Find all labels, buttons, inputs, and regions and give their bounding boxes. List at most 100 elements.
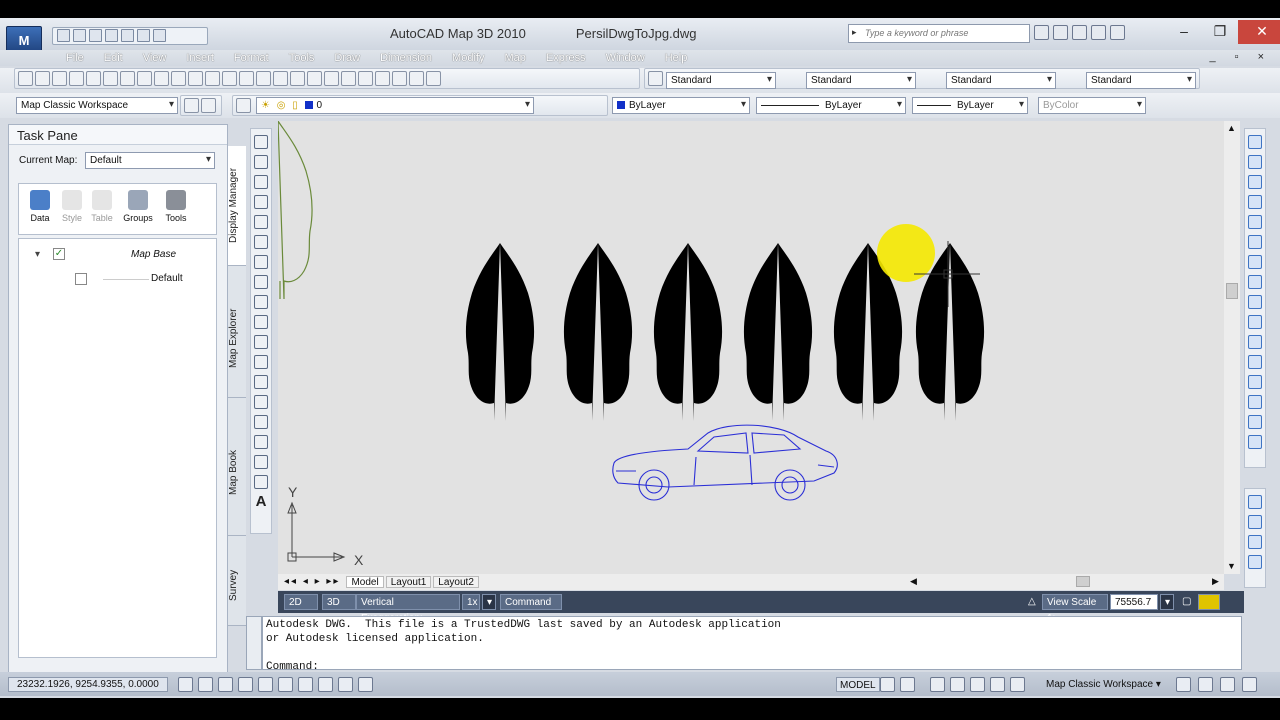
osnap-icon[interactable]: [258, 677, 273, 692]
tab-map-explorer[interactable]: Map Explorer: [228, 280, 246, 398]
polar-icon[interactable]: [238, 677, 253, 692]
model-space-button[interactable]: MODEL: [836, 677, 880, 692]
zoom-icon[interactable]: [950, 677, 965, 692]
isolate-objects-icon[interactable]: [1220, 677, 1235, 692]
offset-icon[interactable]: [1248, 195, 1262, 209]
workspace-settings-icon[interactable]: [201, 98, 216, 113]
hardware-acceleration-icon[interactable]: [1198, 677, 1213, 692]
tab-layout2[interactable]: Layout2: [433, 576, 479, 588]
zoom-window-icon[interactable]: [290, 71, 305, 86]
search-input[interactable]: Type a keyword or phrase: [848, 24, 1030, 43]
move-icon[interactable]: [1248, 235, 1262, 249]
coordinates-display[interactable]: 23232.1926, 9254.9355, 0.0000: [8, 677, 168, 692]
plot-icon[interactable]: [69, 71, 84, 86]
bring-front-icon[interactable]: [1248, 495, 1262, 509]
lock-icon[interactable]: ▢: [1178, 594, 1194, 610]
gear-icon[interactable]: [184, 98, 199, 113]
sheet-set-icon[interactable]: [375, 71, 390, 86]
send-under-icon[interactable]: [1248, 555, 1262, 569]
save-icon[interactable]: [89, 29, 102, 42]
snap-icon[interactable]: [178, 677, 193, 692]
grid-icon[interactable]: [198, 677, 213, 692]
circle-icon[interactable]: [254, 255, 268, 269]
gradient-icon[interactable]: [254, 435, 268, 449]
tab-nav-icons[interactable]: ◂◂ ◂ ▸ ▸▸: [280, 576, 344, 588]
help-icon[interactable]: [426, 71, 441, 86]
make-block-icon[interactable]: [254, 375, 268, 389]
hatch-icon[interactable]: [254, 415, 268, 429]
menu-modify[interactable]: Modify: [442, 50, 494, 66]
3d-button[interactable]: 3D: [322, 594, 356, 610]
menu-insert[interactable]: Insert: [176, 50, 224, 66]
menu-tools[interactable]: Tools: [279, 50, 325, 66]
menu-draw[interactable]: Draw: [324, 50, 370, 66]
binoculars-icon[interactable]: [1034, 25, 1049, 40]
cut-icon[interactable]: [137, 71, 152, 86]
trim-icon[interactable]: [1248, 315, 1262, 329]
plot-icon[interactable]: [137, 29, 150, 42]
lineweight-icon[interactable]: [338, 677, 353, 692]
ortho-icon[interactable]: [218, 677, 233, 692]
undo-icon[interactable]: [105, 29, 118, 42]
revision-cloud-icon[interactable]: [254, 275, 268, 289]
preview-icon[interactable]: [86, 71, 101, 86]
menu-format[interactable]: Format: [224, 50, 279, 66]
open-icon[interactable]: [73, 29, 86, 42]
calculator-icon[interactable]: [409, 71, 424, 86]
layer-properties-icon[interactable]: [236, 98, 251, 113]
minimize-icon[interactable]: –: [1166, 20, 1202, 44]
scroll-up-icon[interactable]: ▲: [1227, 123, 1236, 133]
clean-screen-icon[interactable]: [1242, 677, 1257, 692]
multiline-text-icon[interactable]: A: [254, 494, 268, 509]
redo-icon[interactable]: [239, 71, 254, 86]
linetype-combo[interactable]: ByLayer: [756, 97, 906, 114]
command-window[interactable]: Autodesk DWG. This file is a TrustedDWG …: [262, 616, 1242, 673]
new-icon[interactable]: [18, 71, 33, 86]
markup-icon[interactable]: [392, 71, 407, 86]
tab-map-book[interactable]: Map Book: [228, 410, 246, 536]
scroll-left-icon[interactable]: ◀: [910, 576, 917, 587]
table-icon[interactable]: [254, 475, 268, 489]
close-icon[interactable]: ✕: [1238, 20, 1280, 44]
h-scroll-thumb[interactable]: [1076, 576, 1090, 587]
explode-icon[interactable]: [1248, 435, 1262, 449]
dim-style-combo[interactable]: Standard: [806, 72, 916, 89]
pan-icon[interactable]: [256, 71, 271, 86]
match-properties-icon[interactable]: [188, 71, 203, 86]
tool-palettes-icon[interactable]: [358, 71, 373, 86]
chevron-down-icon[interactable]: [1110, 25, 1125, 40]
menu-map[interactable]: Map: [494, 50, 535, 66]
properties-icon[interactable]: [324, 71, 339, 86]
tree-item-default[interactable]: Default: [151, 273, 183, 284]
scale-icon[interactable]: [1248, 275, 1262, 289]
ducs-icon[interactable]: [298, 677, 313, 692]
star-icon[interactable]: [1072, 25, 1087, 40]
dropdown-icon[interactable]: [153, 29, 166, 42]
array-icon[interactable]: [1248, 215, 1262, 229]
zoom-previous-icon[interactable]: [307, 71, 322, 86]
lineweight-combo[interactable]: ByLayer: [912, 97, 1028, 114]
undo-icon[interactable]: [222, 71, 237, 86]
ellipse-arc-icon[interactable]: [254, 335, 268, 349]
document-window-controls[interactable]: _ ▫ ×: [1209, 51, 1272, 63]
break-icon[interactable]: [1248, 355, 1262, 369]
workspace-switch[interactable]: Map Classic Workspace ▾: [1030, 677, 1164, 692]
rotate-icon[interactable]: [1248, 255, 1262, 269]
tab-model[interactable]: Model: [346, 576, 384, 588]
vertical-scrollbar[interactable]: ▲ ▼: [1224, 121, 1240, 574]
region-icon[interactable]: [254, 455, 268, 469]
mirror-icon[interactable]: [1248, 175, 1262, 189]
groups-button[interactable]: Groups: [121, 190, 155, 223]
copy-object-icon[interactable]: [1248, 155, 1262, 169]
line-icon[interactable]: [254, 135, 268, 149]
steeringwheel-icon[interactable]: [970, 677, 985, 692]
tools-button[interactable]: Tools: [159, 190, 193, 223]
default-layer-checkbox[interactable]: [75, 273, 87, 285]
new-icon[interactable]: [57, 29, 70, 42]
chamfer-icon[interactable]: [1248, 395, 1262, 409]
subscription-icon[interactable]: [1053, 25, 1068, 40]
view-scale-dropdown-icon[interactable]: ▾: [1160, 594, 1174, 610]
workspace-combo[interactable]: Map Classic Workspace: [16, 97, 178, 114]
menu-view[interactable]: View: [133, 50, 177, 66]
quick-properties-icon[interactable]: [358, 677, 373, 692]
